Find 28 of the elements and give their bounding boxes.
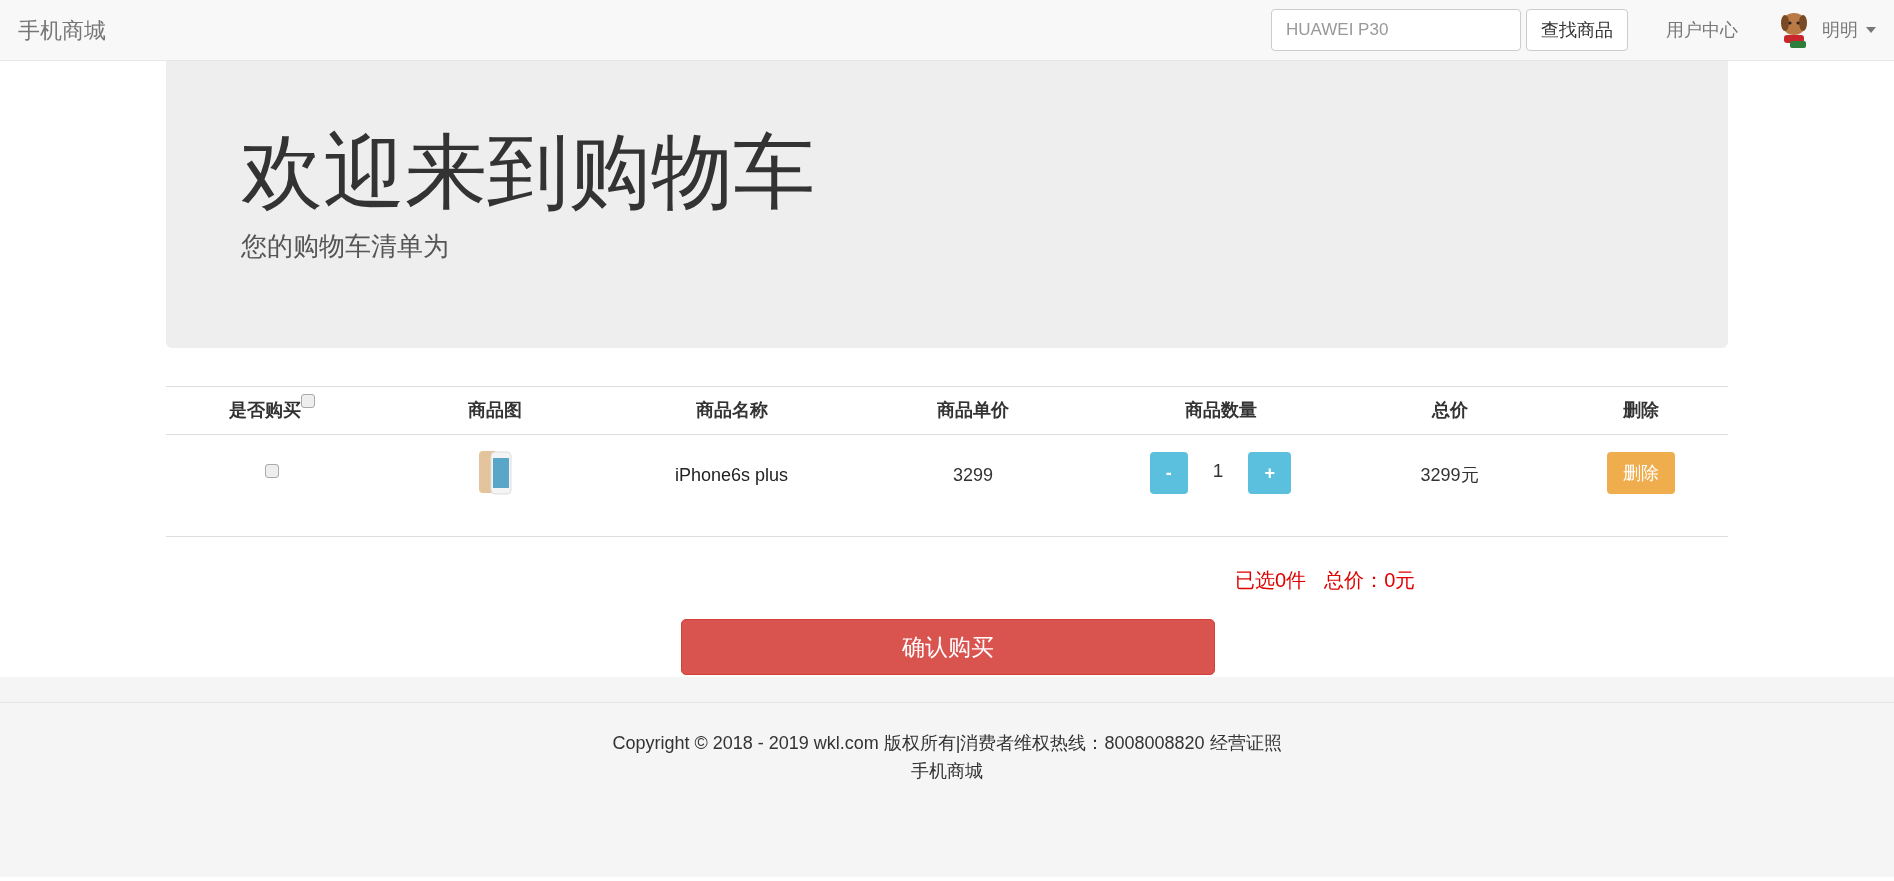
column-header: 商品单价 <box>937 400 1009 420</box>
confirm-purchase-button[interactable]: 确认购买 <box>681 619 1215 675</box>
checkbox[interactable] <box>300 394 315 408</box>
selected-count: 已选0件 <box>1235 568 1307 593</box>
unit-price: 3299 <box>952 465 993 485</box>
column-header: 删除 <box>1622 400 1659 420</box>
checkbox[interactable] <box>264 464 279 478</box>
user-center-link[interactable]: 用户中心 <box>1666 16 1738 44</box>
search-button[interactable]: 查找商品 <box>1526 9 1628 51</box>
user-menu-link[interactable]: 明明 <box>1822 16 1876 44</box>
search-field[interactable]: HUAWEI P30 <box>1271 9 1521 51</box>
product-name: iPhone6s plus <box>674 465 789 485</box>
column-header: 是否购买 <box>228 400 301 420</box>
footer-site-name: 手机商城 <box>911 760 983 783</box>
quantity: 1 <box>1212 458 1224 483</box>
page-title: 欢迎来到购物车 <box>241 131 816 213</box>
column-header: 商品名称 <box>695 400 768 420</box>
brand-link[interactable]: 手机商城 <box>18 13 106 47</box>
page-subtitle: 您的购物车清单为 <box>241 230 450 263</box>
avatar-icon <box>1778 11 1810 49</box>
caret-icon <box>1866 27 1876 33</box>
column-header: 商品数量 <box>1184 400 1257 420</box>
row-total: 3299元 <box>1420 465 1479 485</box>
column-header: 总价 <box>1431 400 1468 420</box>
selected-total: 总价：0元 <box>1324 568 1416 593</box>
column-header: 商品图 <box>467 400 522 420</box>
phone-photo <box>476 449 513 495</box>
copyright-text: Copyright © 2018 - 2019 wkl.com 版权所有|消费者维权热线：8008008820 经营证照 <box>612 732 1282 755</box>
